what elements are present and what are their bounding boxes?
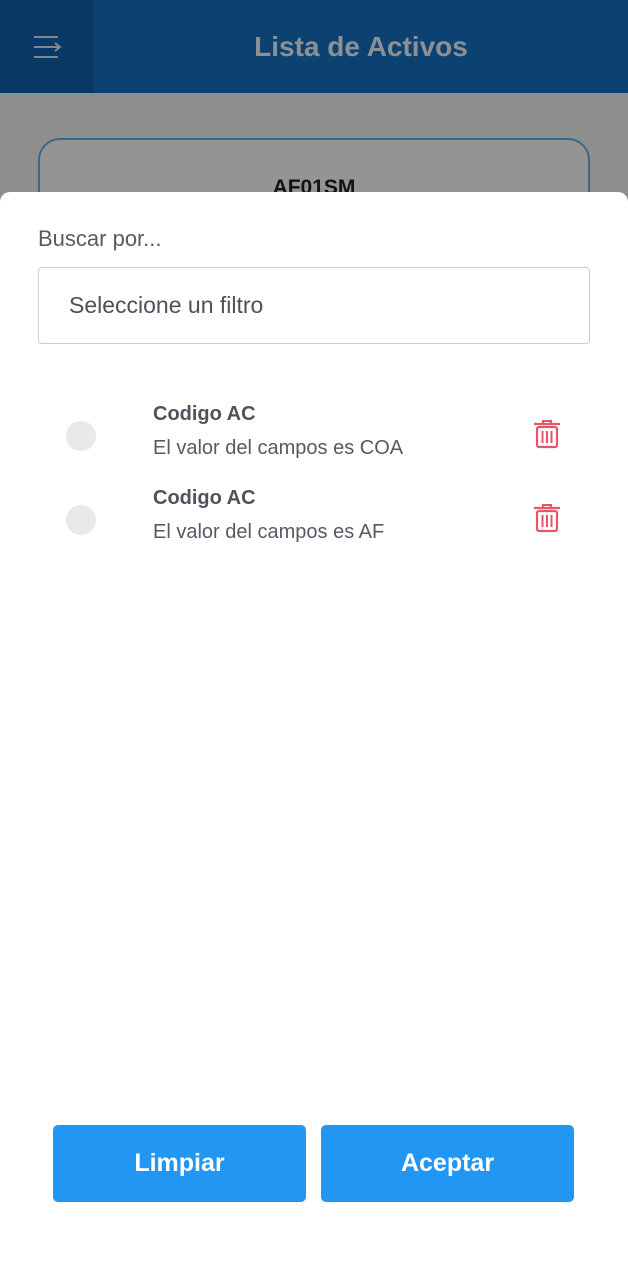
filter-list-item: Codigo AC El valor del campos es AF bbox=[0, 487, 628, 567]
trash-icon[interactable] bbox=[533, 419, 561, 449]
filter-radio[interactable] bbox=[66, 505, 96, 535]
search-by-label: Buscar por... bbox=[38, 226, 162, 251]
filter-select[interactable]: Seleccione un filtro bbox=[38, 267, 590, 344]
filter-select-placeholder: Seleccione un filtro bbox=[69, 292, 264, 318]
filter-item-title: Codigo AC bbox=[153, 487, 256, 509]
filter-item-title: Codigo AC bbox=[153, 403, 256, 425]
filter-sheet: Buscar por... Seleccione un filtro Codig… bbox=[0, 192, 628, 1280]
accept-button[interactable]: Aceptar bbox=[321, 1125, 574, 1202]
trash-icon[interactable] bbox=[533, 503, 561, 533]
filter-list-item: Codigo AC El valor del campos es COA bbox=[0, 403, 628, 483]
filter-item-description: El valor del campos es COA bbox=[153, 437, 404, 459]
clear-button[interactable]: Limpiar bbox=[53, 1125, 306, 1202]
filter-item-description: El valor del campos es AF bbox=[153, 521, 385, 543]
filter-radio[interactable] bbox=[66, 421, 96, 451]
